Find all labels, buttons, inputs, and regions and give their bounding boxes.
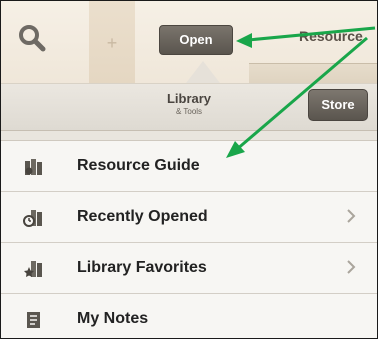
library-favorites-icon xyxy=(24,261,42,277)
search-icon xyxy=(19,25,46,52)
list-item-label: Library Favorites xyxy=(77,259,207,276)
popover-header: Library & Tools Store xyxy=(1,84,377,131)
list-item-label: My Notes xyxy=(77,310,149,327)
list-item-my-notes[interactable]: My Notes xyxy=(1,294,377,338)
list-item-label: Recently Opened xyxy=(77,208,208,225)
resource-title: Resource xyxy=(299,28,363,44)
plus-icon: + xyxy=(106,33,118,53)
app-window: + Open Resource Library & Tools Store Re… xyxy=(0,0,378,339)
list-item-recently-opened[interactable]: Recently Opened xyxy=(1,192,377,243)
list-item-label: Resource Guide xyxy=(77,157,200,174)
list-item-library-favorites[interactable]: Library Favorites xyxy=(1,243,377,294)
notes-icon xyxy=(27,312,40,328)
recently-opened-icon xyxy=(23,210,42,227)
resource-guide-icon xyxy=(25,159,42,175)
store-button[interactable]: Store xyxy=(308,89,368,121)
search-button[interactable] xyxy=(17,23,49,55)
chevron-right-icon xyxy=(347,209,356,223)
new-tab-button[interactable]: + xyxy=(89,1,135,91)
library-tools-popover: Library & Tools Store Resource Guide Rec… xyxy=(1,83,377,338)
open-button[interactable]: Open xyxy=(159,25,233,55)
library-menu-list: Resource Guide Recently Opened Library F… xyxy=(1,140,377,338)
chevron-right-icon xyxy=(347,260,356,274)
list-item-resource-guide[interactable]: Resource Guide xyxy=(1,141,377,192)
